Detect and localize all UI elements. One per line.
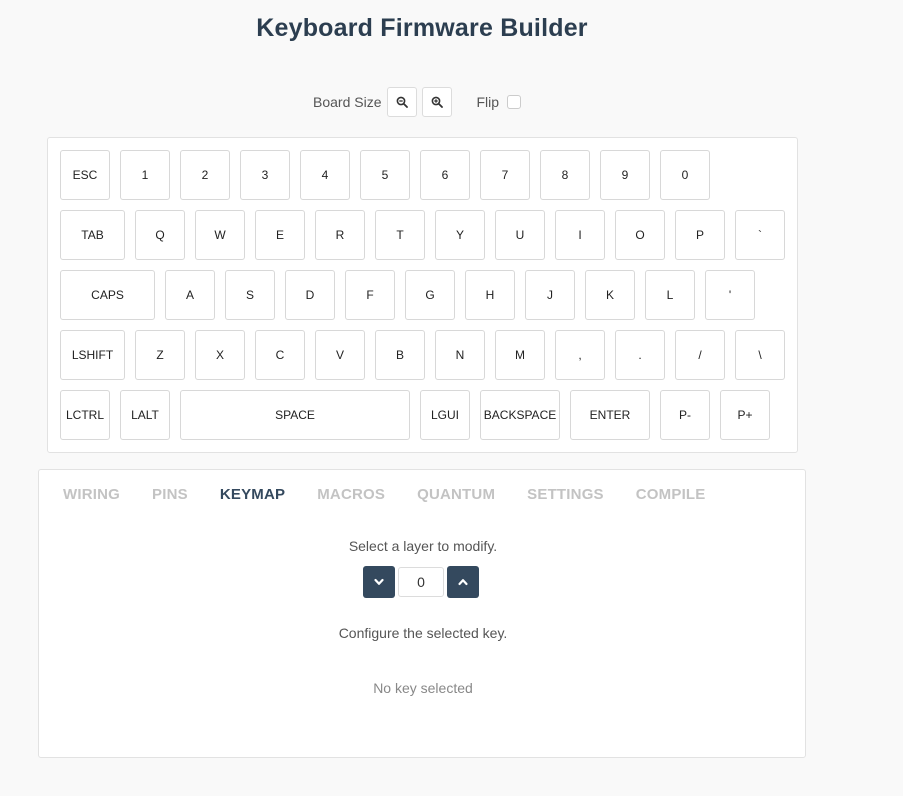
key[interactable]: N bbox=[435, 330, 485, 380]
key[interactable]: SPACE bbox=[180, 390, 410, 440]
key[interactable]: E bbox=[255, 210, 305, 260]
zoom-out-icon bbox=[397, 96, 409, 108]
key[interactable]: 3 bbox=[240, 150, 290, 200]
key[interactable]: LALT bbox=[120, 390, 170, 440]
key[interactable]: 6 bbox=[420, 150, 470, 200]
tab-bar: WIRING PINS KEYMAP MACROS QUANTUM SETTINGS COM… bbox=[63, 486, 738, 503]
key[interactable]: LSHIFT bbox=[60, 330, 125, 380]
key[interactable]: P bbox=[675, 210, 725, 260]
select-layer-text: Select a layer to modify. bbox=[348, 538, 498, 554]
board-controls: Board Size Flip bbox=[313, 86, 522, 118]
key[interactable]: ENTER bbox=[570, 390, 650, 440]
key[interactable]: ESC bbox=[60, 150, 110, 200]
key[interactable]: J bbox=[525, 270, 575, 320]
key[interactable]: 1 bbox=[120, 150, 170, 200]
key[interactable]: V bbox=[315, 330, 365, 380]
configure-key-text: Configure the selected key. bbox=[338, 625, 508, 641]
key[interactable]: C bbox=[255, 330, 305, 380]
chevron-down-icon bbox=[374, 578, 384, 585]
key[interactable]: G bbox=[405, 270, 455, 320]
key[interactable]: W bbox=[195, 210, 245, 260]
key[interactable]: A bbox=[165, 270, 215, 320]
key[interactable]: LGUI bbox=[420, 390, 470, 440]
board-size-label: Board Size bbox=[313, 94, 382, 110]
key[interactable]: P+ bbox=[720, 390, 770, 440]
layer-down-button[interactable] bbox=[363, 566, 395, 598]
key[interactable]: 5 bbox=[360, 150, 410, 200]
tab-pins[interactable]: PINS bbox=[152, 486, 188, 503]
key[interactable]: ' bbox=[705, 270, 755, 320]
key[interactable]: D bbox=[285, 270, 335, 320]
tab-settings[interactable]: SETTINGS bbox=[527, 486, 604, 503]
key[interactable]: I bbox=[555, 210, 605, 260]
tab-quantum[interactable]: QUANTUM bbox=[417, 486, 495, 503]
key[interactable]: Z bbox=[135, 330, 185, 380]
config-panel: WIRING PINS KEYMAP MACROS QUANTUM SETTINGS COM… bbox=[38, 469, 806, 758]
key[interactable]: CAPS bbox=[60, 270, 155, 320]
key[interactable]: O bbox=[615, 210, 665, 260]
key[interactable]: L bbox=[645, 270, 695, 320]
tab-compile[interactable]: COMPILE bbox=[636, 486, 706, 503]
keyboard-layout: ESC 1 2 3 4 5 6 7 8 9 0 TAB Q W E R T Y U I O P ` CAPS A S D F G H J K L… bbox=[47, 137, 798, 453]
key[interactable]: Y bbox=[435, 210, 485, 260]
key[interactable]: F bbox=[345, 270, 395, 320]
tab-keymap[interactable]: KEYMAP bbox=[220, 486, 285, 503]
key[interactable]: K bbox=[585, 270, 635, 320]
page-title: Keyboard Firmware Builder bbox=[256, 14, 588, 42]
key[interactable]: ` bbox=[735, 210, 785, 260]
key[interactable]: 9 bbox=[600, 150, 650, 200]
key[interactable]: 2 bbox=[180, 150, 230, 200]
tab-macros[interactable]: MACROS bbox=[317, 486, 385, 503]
key[interactable]: M bbox=[495, 330, 545, 380]
key[interactable]: X bbox=[195, 330, 245, 380]
layer-number-input[interactable] bbox=[398, 567, 444, 597]
key[interactable]: 0 bbox=[660, 150, 710, 200]
key[interactable]: R bbox=[315, 210, 365, 260]
no-key-selected-text: No key selected bbox=[373, 680, 473, 696]
layer-picker bbox=[363, 566, 479, 598]
key[interactable]: U bbox=[495, 210, 545, 260]
zoom-in-button[interactable] bbox=[422, 87, 453, 117]
key[interactable]: 4 bbox=[300, 150, 350, 200]
key[interactable]: B bbox=[375, 330, 425, 380]
key[interactable]: T bbox=[375, 210, 425, 260]
zoom-out-button[interactable] bbox=[387, 87, 418, 117]
chevron-up-icon bbox=[458, 579, 468, 586]
flip-label: Flip bbox=[476, 94, 500, 110]
zoom-in-icon bbox=[432, 96, 444, 108]
key[interactable]: S bbox=[225, 270, 275, 320]
key[interactable]: BACKSPACE bbox=[480, 390, 560, 440]
key[interactable]: H bbox=[465, 270, 515, 320]
key[interactable]: TAB bbox=[60, 210, 125, 260]
layer-up-button[interactable] bbox=[447, 566, 479, 598]
tab-wiring[interactable]: WIRING bbox=[63, 486, 120, 503]
key[interactable]: LCTRL bbox=[60, 390, 110, 440]
key[interactable]: Q bbox=[135, 210, 185, 260]
flip-checkbox[interactable] bbox=[507, 95, 522, 109]
key[interactable]: \ bbox=[735, 330, 785, 380]
key[interactable]: , bbox=[555, 330, 605, 380]
key[interactable]: / bbox=[675, 330, 725, 380]
key[interactable]: P- bbox=[660, 390, 710, 440]
key[interactable]: 7 bbox=[480, 150, 530, 200]
key[interactable]: . bbox=[615, 330, 665, 380]
key[interactable]: 8 bbox=[540, 150, 590, 200]
